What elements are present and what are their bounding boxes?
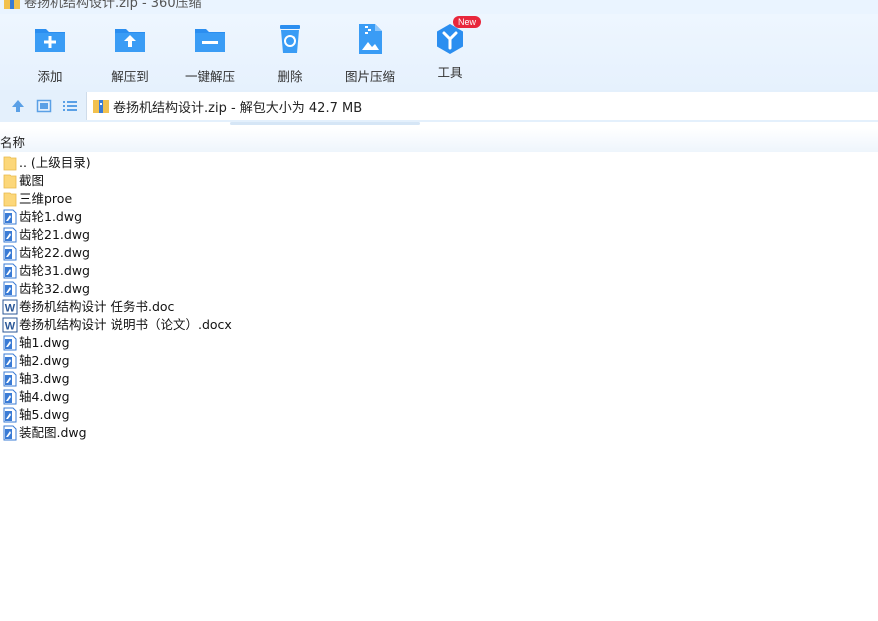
up-arrow-icon[interactable]	[10, 98, 26, 114]
add-button[interactable]: 添加	[15, 22, 85, 84]
dwg-file-icon	[3, 389, 17, 405]
file-name: 卷扬机结构设计 说明书（论文）.docx	[19, 317, 232, 332]
image-compress-icon	[359, 24, 382, 54]
file-name: 轴5.dwg	[19, 407, 70, 422]
extract-to-button[interactable]: 解压到	[95, 22, 165, 84]
dwg-file-icon	[3, 407, 17, 423]
file-name: 齿轮22.dwg	[19, 245, 90, 260]
zip-app-icon	[4, 0, 20, 9]
file-row[interactable]: 齿轮22.dwg	[0, 244, 878, 262]
file-row[interactable]: W 卷扬机结构设计 说明书（论文）.docx	[0, 316, 878, 334]
dwg-file-icon	[3, 263, 17, 279]
file-row[interactable]: 装配图.dwg	[0, 424, 878, 442]
tools-button[interactable]: New 工具	[415, 16, 485, 84]
file-name: 轴3.dwg	[19, 371, 70, 386]
file-name: 装配图.dwg	[19, 425, 87, 440]
file-name: 截图	[19, 173, 45, 188]
file-name: 轴1.dwg	[19, 335, 70, 350]
one-click-extract-button[interactable]: 一键解压	[175, 22, 245, 84]
window-title: 卷扬机结构设计.zip - 360压缩	[24, 0, 202, 11]
title-bar: 卷扬机结构设计.zip - 360压缩	[0, 0, 878, 14]
name-column-header[interactable]: 名称	[0, 132, 25, 151]
thumbnail-view-icon[interactable]	[36, 98, 52, 114]
file-name: 轴4.dwg	[19, 389, 70, 404]
file-name: 齿轮21.dwg	[19, 227, 90, 242]
folder-row[interactable]: 截图	[0, 172, 878, 190]
address-bar[interactable]: 卷扬机结构设计.zip - 解包大小为 42.7 MB	[86, 92, 878, 120]
file-row[interactable]: 齿轮1.dwg	[0, 208, 878, 226]
one-click-extract-icon	[195, 29, 225, 52]
dwg-file-icon	[3, 371, 17, 387]
address-row: 卷扬机结构设计.zip - 解包大小为 42.7 MB	[0, 90, 878, 122]
tools-label: 工具	[437, 65, 463, 80]
one-click-extract-label: 一键解压	[184, 69, 235, 84]
file-row[interactable]: 轴3.dwg	[0, 370, 878, 388]
tools-icon-wrap: New	[433, 16, 481, 56]
svg-text:W: W	[5, 303, 16, 315]
dwg-file-icon	[3, 281, 17, 297]
delete-button[interactable]: 删除	[255, 22, 325, 84]
word-doc-icon: W	[2, 299, 18, 315]
svg-text:W: W	[5, 321, 16, 333]
folder-row[interactable]: 三维proe	[0, 190, 878, 208]
file-row[interactable]: 轴1.dwg	[0, 334, 878, 352]
file-name: 齿轮1.dwg	[19, 209, 83, 224]
file-name: 轴2.dwg	[19, 353, 70, 368]
folder-icon	[3, 174, 17, 189]
folder-icon	[3, 156, 17, 171]
file-name: 齿轮32.dwg	[19, 281, 90, 296]
file-row[interactable]: 轴5.dwg	[0, 406, 878, 424]
file-row[interactable]: 齿轮31.dwg	[0, 262, 878, 280]
folder-icon	[3, 192, 17, 207]
file-row[interactable]: 轴4.dwg	[0, 388, 878, 406]
new-badge: New	[452, 16, 481, 28]
add-label: 添加	[37, 69, 63, 84]
dwg-file-icon	[3, 425, 17, 441]
file-name: 齿轮31.dwg	[19, 263, 90, 278]
trash-icon	[280, 25, 300, 53]
dwg-file-icon	[3, 245, 17, 261]
image-compress-button[interactable]: 图片压缩	[335, 22, 405, 84]
dwg-file-icon	[3, 335, 17, 351]
zip-file-icon	[93, 100, 109, 113]
toolbar: 添加 解压到 一键解压 删除 图片压缩 New 工具	[0, 14, 878, 90]
file-row[interactable]: 齿轮32.dwg	[0, 280, 878, 298]
image-compress-label: 图片压缩	[344, 69, 395, 84]
word-doc-icon: W	[2, 317, 18, 333]
add-folder-icon	[35, 29, 65, 52]
folder-row[interactable]: .. (上级目录)	[0, 154, 878, 172]
extract-to-label: 解压到	[111, 69, 149, 84]
list-view-icon[interactable]	[62, 98, 78, 114]
file-row[interactable]: W 卷扬机结构设计 任务书.doc	[0, 298, 878, 316]
file-row[interactable]: 轴2.dwg	[0, 352, 878, 370]
delete-label: 删除	[277, 69, 303, 84]
list-header: 名称	[0, 128, 878, 152]
dwg-file-icon	[3, 209, 17, 225]
dwg-file-icon	[3, 227, 17, 243]
address-divider	[230, 122, 420, 125]
file-list: .. (上级目录) 截图三维proe 齿轮1.dwg 齿轮21.dwg 齿轮22.dwg…	[0, 154, 878, 442]
file-name: 卷扬机结构设计 任务书.doc	[19, 299, 175, 314]
file-name: 三维proe	[19, 191, 73, 206]
dwg-file-icon	[3, 353, 17, 369]
file-row[interactable]: 齿轮21.dwg	[0, 226, 878, 244]
address-text: 卷扬机结构设计.zip - 解包大小为 42.7 MB	[113, 100, 363, 116]
extract-to-icon	[115, 29, 145, 52]
file-name: .. (上级目录)	[19, 155, 91, 170]
